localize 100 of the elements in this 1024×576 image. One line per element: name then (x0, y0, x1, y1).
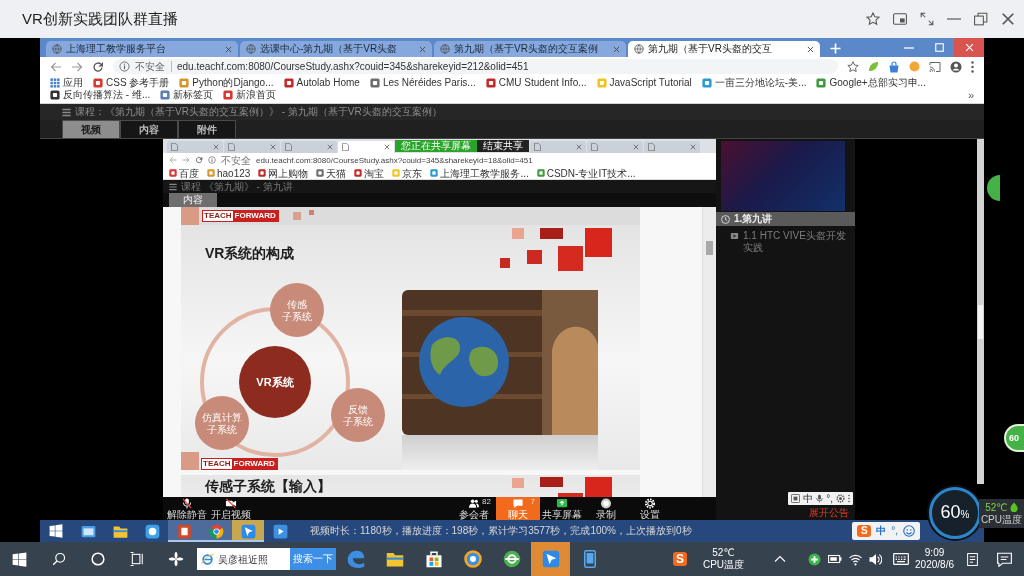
input-mode-label[interactable]: 中 (876, 525, 887, 537)
ime-toolbar[interactable]: 中 °, (788, 492, 853, 505)
fullscreen-icon[interactable] (920, 12, 934, 26)
star-icon[interactable] (866, 12, 880, 26)
close-icon[interactable] (419, 45, 426, 53)
record-button[interactable]: 录制 (584, 497, 628, 520)
participants-button[interactable]: 参会者 82 (452, 497, 496, 520)
bookmark[interactable]: 网上购物 (258, 167, 309, 179)
close-icon[interactable] (613, 45, 620, 53)
battery-icon[interactable] (828, 552, 843, 566)
clock[interactable]: 9:09 2020/8/6 (915, 547, 954, 571)
bookmark[interactable]: 京东 (392, 167, 423, 179)
unmute-button[interactable]: 解除静音 (165, 497, 209, 520)
forward-icon[interactable] (182, 156, 190, 164)
bookmark[interactable]: CMU Student Info... (485, 77, 587, 89)
close-icon[interactable] (1001, 12, 1015, 26)
back-icon[interactable] (50, 60, 62, 73)
profile-icon[interactable] (950, 60, 962, 73)
browser-tab[interactable] (281, 141, 337, 153)
punctuation-label[interactable]: °, (826, 493, 833, 504)
share-screen-button[interactable]: 共享屏幕 (540, 497, 584, 520)
bookmark[interactable]: 天猫 (316, 167, 347, 179)
stop-share-button[interactable]: 结束共享 (477, 140, 529, 152)
browser-tab[interactable]: 第九期（基于VR头盔的交互案例 (434, 41, 626, 57)
browser-tab[interactable] (224, 141, 280, 153)
bookmark[interactable]: JavaScript Tutorial (596, 77, 692, 89)
lesson-item[interactable]: 1.1 HTC VIVE头盔开发实践 (716, 226, 855, 254)
bookmark[interactable]: 新标签页 (160, 89, 214, 101)
bookmark[interactable]: 新浪首页 (223, 89, 277, 101)
gear-icon[interactable] (836, 494, 845, 503)
bookmark[interactable]: 淘宝 (354, 167, 385, 179)
square-icon[interactable] (791, 494, 801, 503)
forward-icon[interactable] (71, 60, 83, 73)
cast-icon[interactable] (929, 60, 941, 73)
close-icon[interactable] (225, 45, 232, 53)
bookmark[interactable]: Les Néréides Paris... (369, 77, 476, 89)
bookmark[interactable]: CSS 参考手册 (93, 77, 170, 89)
info-icon[interactable] (119, 61, 130, 72)
reload-icon[interactable] (92, 60, 104, 73)
bookmark[interactable]: 应用 (50, 77, 83, 89)
taskbar-app[interactable] (168, 520, 200, 542)
bookmark[interactable]: Google+总部实习申... (816, 77, 926, 89)
smiley-icon[interactable] (903, 525, 915, 537)
info-icon[interactable] (208, 156, 216, 164)
scrollbar-thumb[interactable] (978, 305, 983, 339)
close-icon[interactable] (384, 144, 390, 150)
bookmark[interactable]: CSDN-专业IT技术... (536, 167, 636, 179)
volume-icon[interactable] (869, 552, 883, 566)
scrollbar-thumb[interactable] (706, 241, 713, 255)
browser-tab[interactable]: 第九期（基于VR头盔的交互 (628, 41, 820, 57)
notes-icon[interactable] (966, 551, 979, 567)
bag-icon[interactable] (888, 60, 900, 73)
address-field[interactable]: 不安全 edu.teachf.com:8080/CourseStudy.ashx?couid=345&sharekeyid=212&olid=451 (113, 59, 838, 74)
more-bookmarks-button[interactable]: » (967, 89, 974, 101)
close-button[interactable] (954, 38, 984, 57)
restore-icon[interactable] (974, 12, 988, 26)
chapter-item[interactable]: 1.第九讲 (716, 212, 855, 226)
browser-tab[interactable] (338, 141, 394, 153)
close-icon[interactable] (690, 144, 696, 150)
back-icon[interactable] (169, 156, 177, 164)
punctuation-label[interactable]: °, (891, 525, 898, 537)
browser-tab[interactable] (587, 141, 643, 153)
wifi-icon[interactable] (849, 552, 863, 566)
menu-icon[interactable] (971, 60, 974, 73)
close-icon[interactable] (633, 144, 639, 150)
plus-icon[interactable] (808, 552, 822, 566)
chevron-up-icon[interactable] (774, 555, 787, 563)
bookmark-star-icon[interactable] (847, 60, 859, 73)
start-video-button[interactable]: 开启视频 (209, 497, 253, 520)
reload-icon[interactable] (195, 156, 203, 164)
microphone-icon[interactable] (816, 494, 824, 503)
close-icon[interactable] (807, 45, 814, 53)
scrollbar-track[interactable] (977, 139, 984, 484)
settings-button[interactable]: 设置 (628, 497, 672, 520)
close-icon[interactable] (213, 144, 219, 150)
bookmark[interactable]: hao123 (207, 167, 251, 179)
bookmark[interactable]: 上海理工教学服务... (430, 167, 529, 179)
page-tab[interactable]: 附件 (178, 120, 236, 138)
browser-tab[interactable] (167, 141, 223, 153)
bookmark[interactable]: Autolab Home (283, 77, 360, 89)
bookmark[interactable]: 反向传播算法 - 维... (50, 89, 151, 101)
notice-link[interactable]: 展开公告 (809, 507, 849, 518)
browser-tab[interactable]: 选课中心-第九期（基于VR头盔 (240, 41, 432, 57)
keyboard-icon[interactable] (893, 551, 910, 567)
page-tab[interactable]: 视频 (62, 120, 120, 138)
input-mode-label[interactable]: 中 (803, 493, 814, 504)
search-field[interactable]: 吴彦祖近照 (197, 548, 290, 570)
scrollbar-track[interactable] (702, 207, 716, 497)
ime-status-bar[interactable]: S 中 °, (852, 522, 920, 540)
bookmark[interactable]: Python的Django... (179, 77, 274, 89)
bookmark[interactable]: 百度 (169, 167, 199, 179)
bookmark[interactable]: 一亩三分地论坛-美... (701, 77, 807, 89)
close-icon[interactable] (576, 144, 582, 150)
leaf-icon[interactable] (868, 61, 879, 72)
page-tab[interactable]: 内容 (169, 193, 217, 207)
page-tab[interactable]: 内容 (120, 120, 178, 138)
browser-tab[interactable] (644, 141, 700, 153)
close-icon[interactable] (327, 144, 333, 150)
picture-in-picture-icon[interactable] (893, 12, 907, 26)
close-icon[interactable] (270, 144, 276, 150)
